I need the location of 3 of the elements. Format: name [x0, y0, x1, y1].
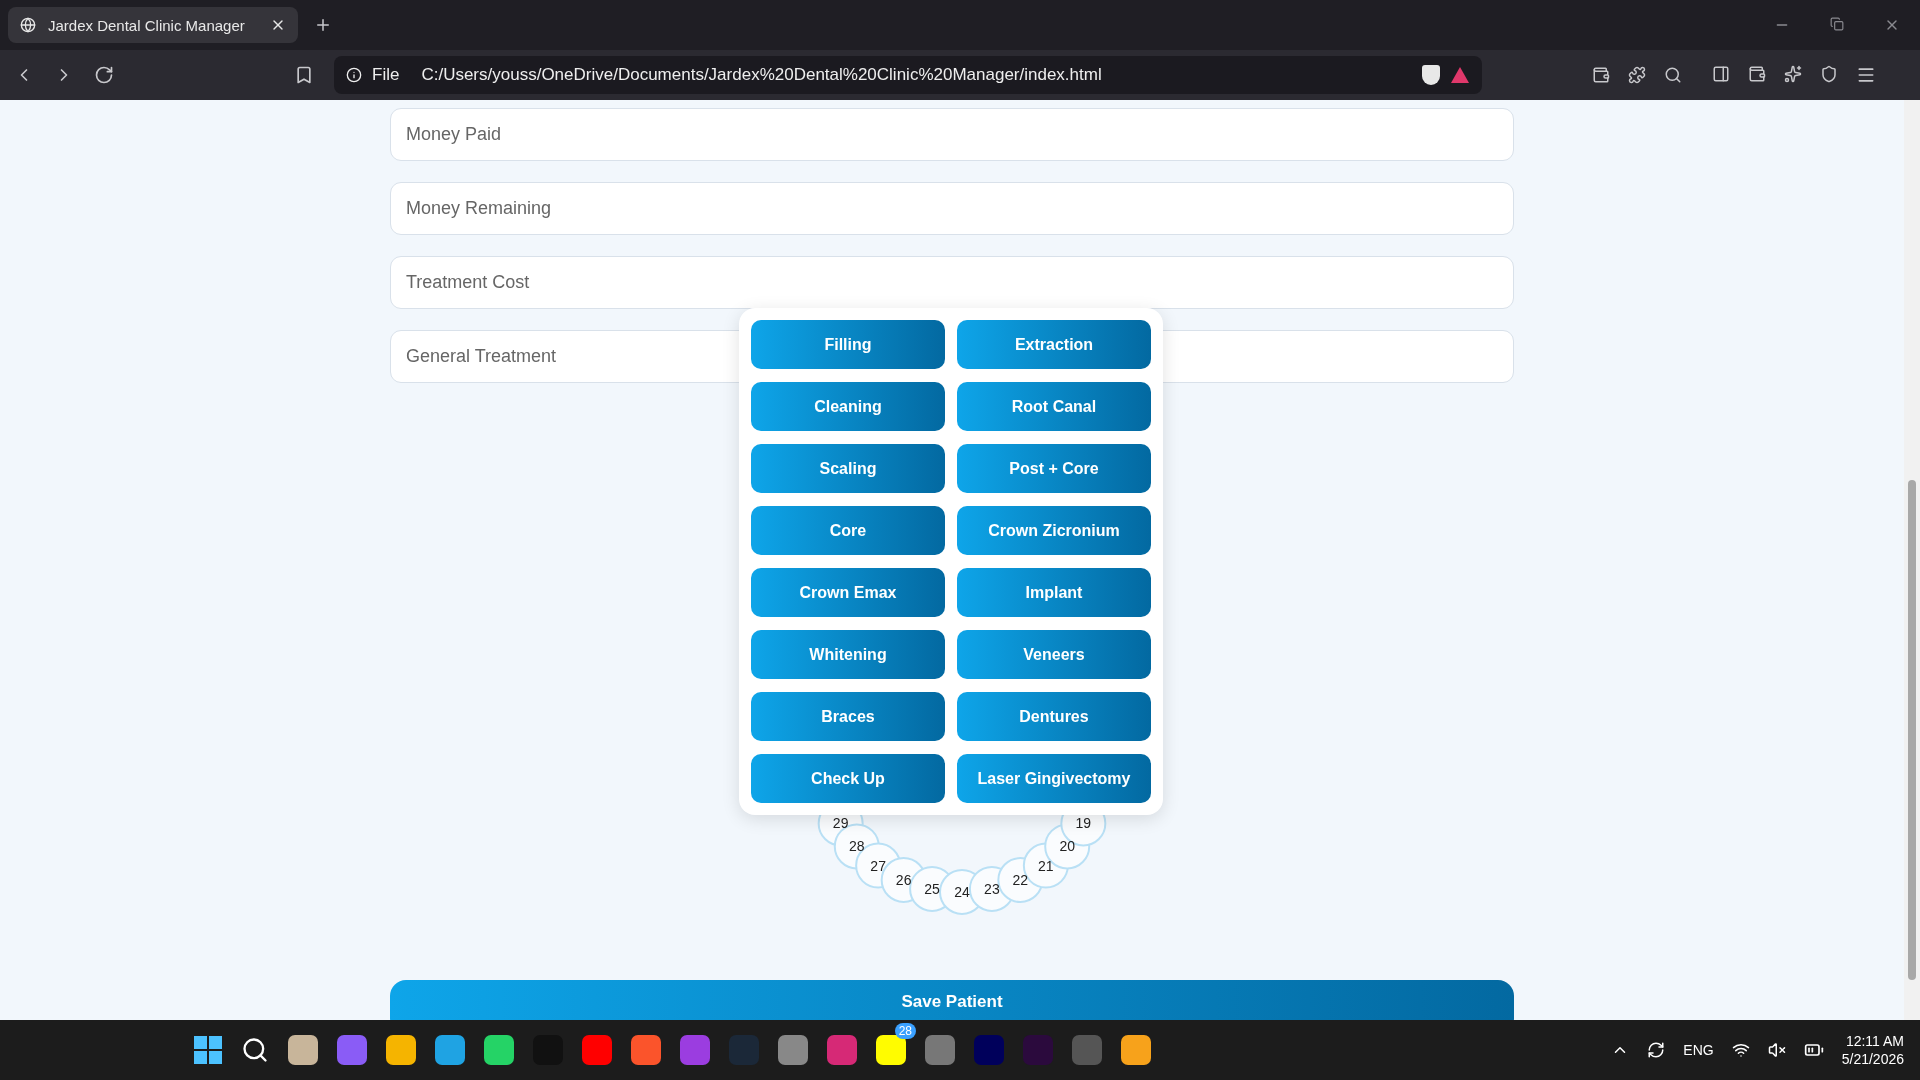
url-text: C:/Users/youss/OneDrive/Documents/Jardex%20Dental%20Clinic%20Manager/index.html	[421, 65, 1103, 85]
address-scheme: File	[372, 65, 400, 85]
notification-badge: 28	[894, 1023, 916, 1039]
